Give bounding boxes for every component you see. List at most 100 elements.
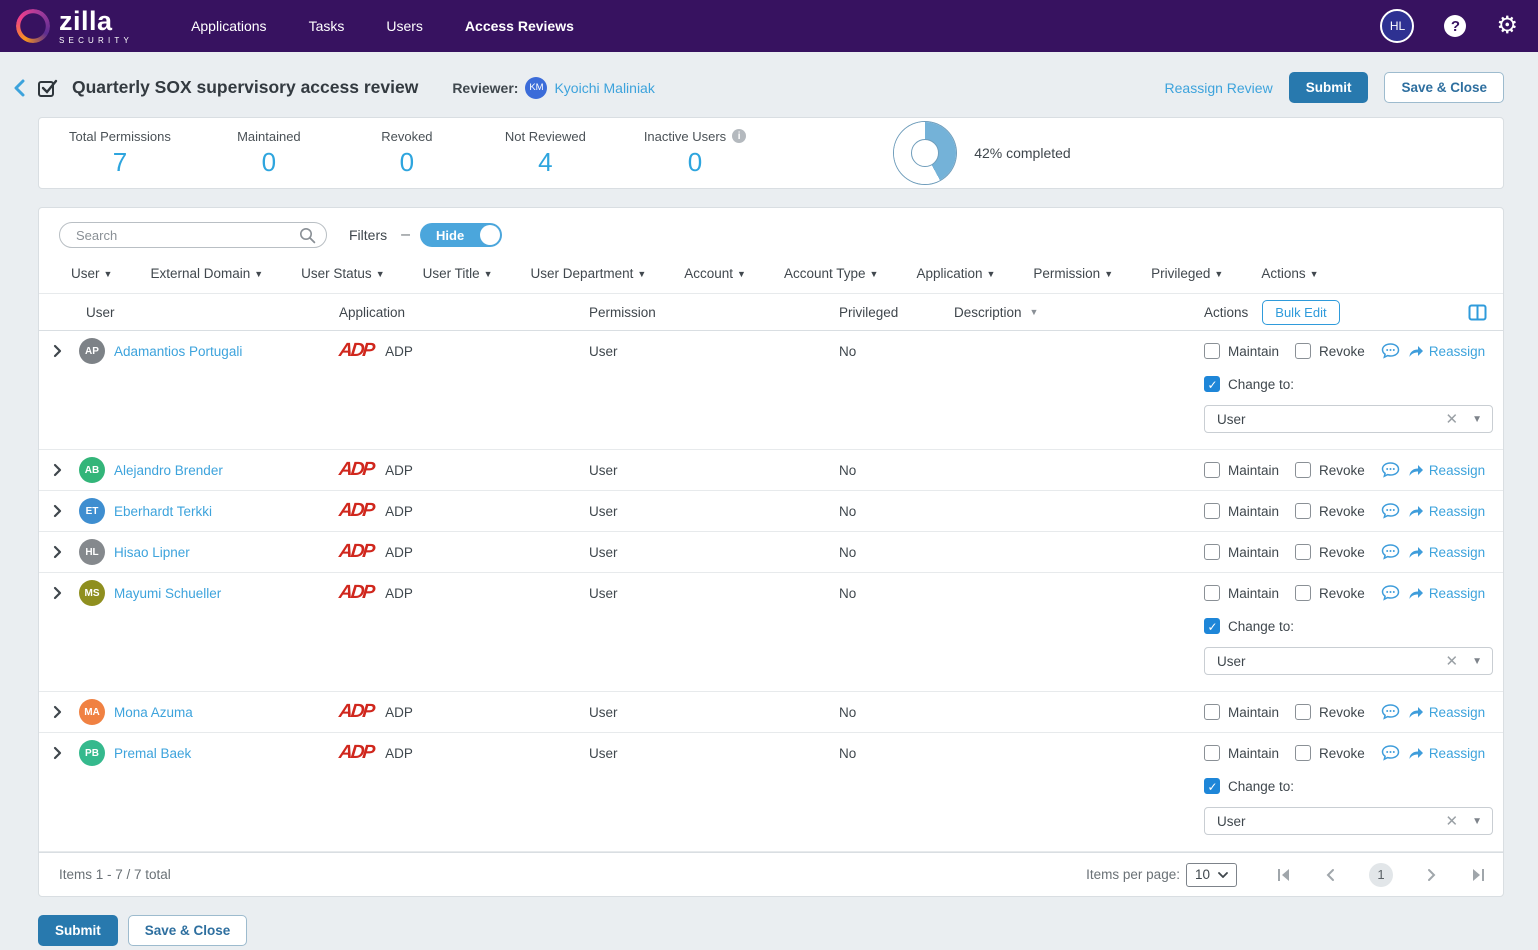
comment-icon[interactable]: [1381, 704, 1400, 720]
column-header-privileged[interactable]: Privileged: [831, 305, 946, 320]
search-box[interactable]: [59, 222, 327, 248]
reassign-link[interactable]: Reassign: [1408, 463, 1485, 478]
filter-dropdown-account-type[interactable]: Account Type▼: [784, 266, 878, 281]
change-to-checkbox[interactable]: [1204, 778, 1220, 794]
comment-icon[interactable]: [1381, 585, 1400, 601]
maintain-checkbox[interactable]: [1204, 544, 1220, 560]
column-header-user[interactable]: User: [39, 305, 331, 320]
maintain-checkbox[interactable]: [1204, 343, 1220, 359]
description-value: [946, 532, 1196, 572]
row-expand-chevron-icon[interactable]: [53, 504, 79, 518]
filter-dropdown-user[interactable]: User▼: [71, 266, 112, 281]
filters-hide-toggle[interactable]: Hide: [420, 223, 502, 247]
help-icon[interactable]: ?: [1444, 15, 1466, 37]
user-name-link[interactable]: Eberhardt Terkki: [114, 504, 212, 519]
nav-item-access-reviews[interactable]: Access Reviews: [465, 18, 574, 34]
user-name-link[interactable]: Premal Baek: [114, 746, 191, 761]
first-page-icon[interactable]: [1277, 868, 1291, 882]
current-page-button[interactable]: 1: [1369, 863, 1393, 887]
column-header-permission[interactable]: Permission: [581, 305, 831, 320]
reassign-link[interactable]: Reassign: [1408, 705, 1485, 720]
filter-dropdown-permission[interactable]: Permission▼: [1033, 266, 1113, 281]
revoke-checkbox[interactable]: [1295, 503, 1311, 519]
nav-item-users[interactable]: Users: [386, 18, 423, 34]
reassign-review-link[interactable]: Reassign Review: [1165, 80, 1273, 96]
reassign-link[interactable]: Reassign: [1408, 504, 1485, 519]
comment-icon[interactable]: [1381, 343, 1400, 359]
sort-caret-icon[interactable]: ▼: [1030, 307, 1039, 317]
items-per-page-select[interactable]: 10: [1186, 863, 1237, 887]
revoke-checkbox[interactable]: [1295, 745, 1311, 761]
nav-item-applications[interactable]: Applications: [191, 18, 267, 34]
clear-selection-icon[interactable]: ✕: [1446, 812, 1459, 830]
submit-button[interactable]: Submit: [1289, 72, 1369, 103]
prev-page-icon[interactable]: [1325, 868, 1335, 882]
row-expand-chevron-icon[interactable]: [53, 746, 79, 760]
filter-dropdown-application[interactable]: Application▼: [916, 266, 995, 281]
last-page-icon[interactable]: [1471, 868, 1485, 882]
search-input[interactable]: [74, 227, 299, 244]
change-to-checkbox[interactable]: [1204, 618, 1220, 634]
change-to-select[interactable]: User ✕ ▼: [1204, 405, 1493, 433]
maintain-checkbox[interactable]: [1204, 585, 1220, 601]
revoke-checkbox[interactable]: [1295, 343, 1311, 359]
nav-item-tasks[interactable]: Tasks: [309, 18, 345, 34]
next-page-icon[interactable]: [1427, 868, 1437, 882]
change-to-checkbox[interactable]: [1204, 376, 1220, 392]
bottom-submit-button[interactable]: Submit: [38, 915, 118, 946]
comment-icon[interactable]: [1381, 544, 1400, 560]
zilla-logo[interactable]: zilla SECURITY: [16, 8, 133, 45]
filter-dropdown-privileged[interactable]: Privileged▼: [1151, 266, 1223, 281]
info-icon[interactable]: i: [732, 129, 746, 143]
comment-icon[interactable]: [1381, 745, 1400, 761]
select-caret-icon[interactable]: ▼: [1472, 414, 1482, 425]
reviewer-name-link[interactable]: Kyoichi Maliniak: [554, 80, 654, 96]
filter-dropdown-account[interactable]: Account▼: [684, 266, 746, 281]
user-avatar[interactable]: HL: [1380, 9, 1414, 43]
filter-dropdown-user-status[interactable]: User Status▼: [301, 266, 384, 281]
reassign-link[interactable]: Reassign: [1408, 545, 1485, 560]
maintain-checkbox[interactable]: [1204, 462, 1220, 478]
reassign-link[interactable]: Reassign: [1408, 344, 1485, 359]
maintain-checkbox[interactable]: [1204, 704, 1220, 720]
bottom-save-close-button[interactable]: Save & Close: [128, 915, 248, 946]
row-expand-chevron-icon[interactable]: [53, 344, 79, 358]
comment-icon[interactable]: [1381, 462, 1400, 478]
settings-gear-icon[interactable]: ⚙: [1496, 14, 1518, 38]
bulk-edit-button[interactable]: Bulk Edit: [1262, 300, 1339, 325]
user-name-link[interactable]: Mayumi Schueller: [114, 586, 221, 601]
back-chevron-icon[interactable]: [14, 79, 25, 97]
reassign-link[interactable]: Reassign: [1408, 586, 1485, 601]
select-caret-icon[interactable]: ▼: [1472, 656, 1482, 667]
row-expand-chevron-icon[interactable]: [53, 586, 79, 600]
filter-dropdown-user-title[interactable]: User Title▼: [423, 266, 493, 281]
change-to-select[interactable]: User ✕ ▼: [1204, 807, 1493, 835]
column-settings-icon[interactable]: [1468, 304, 1487, 324]
save-close-button[interactable]: Save & Close: [1384, 72, 1504, 103]
maintain-checkbox[interactable]: [1204, 745, 1220, 761]
revoke-checkbox[interactable]: [1295, 704, 1311, 720]
row-expand-chevron-icon[interactable]: [53, 705, 79, 719]
row-expand-chevron-icon[interactable]: [53, 545, 79, 559]
revoke-checkbox[interactable]: [1295, 462, 1311, 478]
revoke-checkbox[interactable]: [1295, 544, 1311, 560]
maintain-checkbox[interactable]: [1204, 503, 1220, 519]
filter-dropdown-actions[interactable]: Actions▼: [1261, 266, 1318, 281]
filter-dropdown-user-department[interactable]: User Department▼: [531, 266, 647, 281]
user-name-link[interactable]: Hisao Lipner: [114, 545, 190, 560]
reassign-link[interactable]: Reassign: [1408, 746, 1485, 761]
column-header-description[interactable]: Description▼: [946, 305, 1196, 320]
user-name-link[interactable]: Alejandro Brender: [114, 463, 223, 478]
column-header-application[interactable]: Application: [331, 305, 581, 320]
change-to-select[interactable]: User ✕ ▼: [1204, 647, 1493, 675]
user-name-link[interactable]: Adamantios Portugali: [114, 344, 242, 359]
filter-dropdown-external-domain[interactable]: External Domain▼: [150, 266, 263, 281]
select-caret-icon[interactable]: ▼: [1472, 816, 1482, 827]
maintain-label: Maintain: [1228, 586, 1279, 601]
comment-icon[interactable]: [1381, 503, 1400, 519]
clear-selection-icon[interactable]: ✕: [1446, 410, 1459, 428]
clear-selection-icon[interactable]: ✕: [1446, 652, 1459, 670]
revoke-checkbox[interactable]: [1295, 585, 1311, 601]
row-expand-chevron-icon[interactable]: [53, 463, 79, 477]
user-name-link[interactable]: Mona Azuma: [114, 705, 193, 720]
